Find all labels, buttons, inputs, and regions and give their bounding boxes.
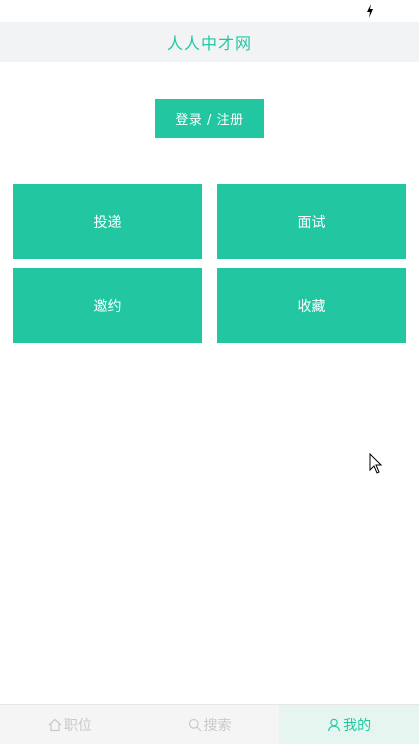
tab-search[interactable]: 搜索 [140,705,280,744]
status-bar [0,0,419,22]
tab-mine[interactable]: 我的 [279,705,419,744]
search-icon [188,718,201,731]
user-icon [328,718,341,731]
login-register-button[interactable]: 登录 / 注册 [155,99,264,138]
deliveries-button[interactable]: 投递 [13,184,202,259]
bottom-tab-bar: 职位 搜索 我的 [0,704,419,744]
tab-jobs[interactable]: 职位 [0,705,140,744]
interviews-button[interactable]: 面试 [217,184,406,259]
tab-mine-label: 我的 [343,717,372,734]
invitations-button[interactable]: 邀约 [13,268,202,343]
favorites-button[interactable]: 收藏 [217,268,406,343]
charging-bolt-icon [367,4,373,18]
page-title: 人人中才网 [166,34,252,53]
tab-search-label: 搜索 [203,717,232,734]
app-header: 人人中才网 [0,22,419,62]
tab-jobs-label: 职位 [63,717,92,734]
home-icon [48,718,62,731]
mouse-pointer-icon [369,453,383,474]
